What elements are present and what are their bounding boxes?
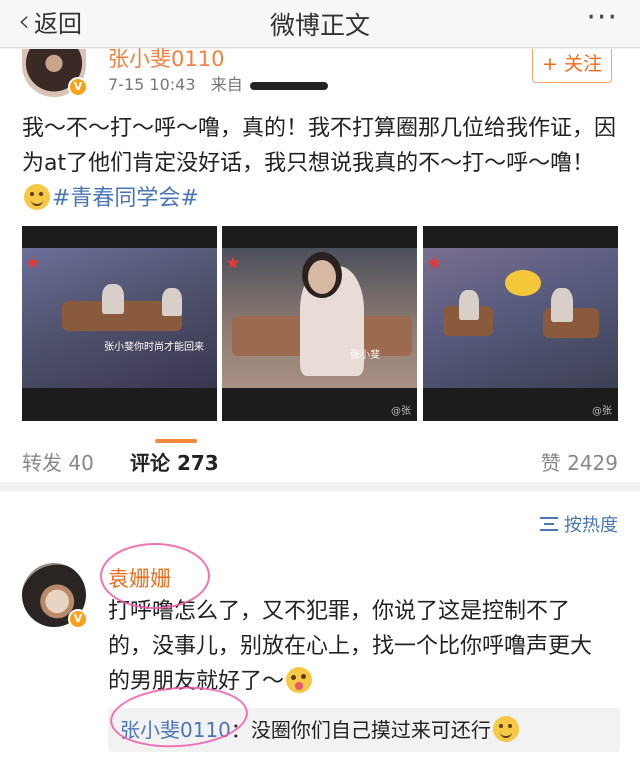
more-options-button[interactable]: ··· [586, 0, 618, 35]
image-caption: 张小斐你时尚才能回来 [104, 342, 204, 353]
hashtag-link[interactable]: #青春同学会# [52, 186, 199, 211]
comment-section: 按热度 V 袁姗姗 打呼噜怎么了，又不犯罪，你说了这是控制不了的，没事儿，别放在… [0, 491, 640, 777]
comment-text: 打呼噜怎么了，又不犯罪，你说了这是控制不了的，没事儿，别放在心上，找一个比你呼噜… [108, 599, 593, 694]
top-nav-bar: ‹ 返回 微博正文 ··· [0, 0, 640, 48]
tongue-face-emoji-icon [286, 667, 313, 693]
redacted-source [249, 81, 328, 90]
post-author-name[interactable]: 张小斐0110 [108, 43, 224, 73]
follow-button[interactable]: + 关注 [532, 49, 612, 83]
verified-badge-icon: V [68, 77, 88, 97]
post-source: 来自 [210, 75, 243, 94]
upside-down-face-emoji-icon [492, 716, 519, 742]
upside-down-face-emoji-icon [24, 184, 50, 210]
post-meta: 7-15 10:43 来自 [108, 71, 328, 95]
page-title: 微博正文 [269, 11, 370, 40]
post-text: 我～不～打～呼～噜，真的！我不打算圈那几位给我作证，因为at了他们肯定没好话，我… [22, 116, 617, 176]
reply-text: ：没圈你们自己摸过来可还行 [230, 718, 491, 742]
highlight-circle [100, 543, 210, 609]
verified-badge-icon: V [68, 609, 88, 629]
post-image-1[interactable]: 张小斐你时尚才能回来 [22, 226, 217, 421]
post-image-3[interactable]: @张 [423, 226, 618, 421]
tab-comments[interactable]: 评论 273 [130, 447, 219, 476]
post-stats-bar: 转发 40 评论 273 赞 2429 [0, 447, 640, 481]
post-body: 我～不～打～呼～噜，真的！我不打算圈那几位给我作证，因为at了他们肯定没好话，我… [22, 111, 622, 216]
post-image-2[interactable]: 张小斐 @张 [222, 226, 417, 421]
tab-likes[interactable]: 赞 2429 [541, 447, 618, 476]
sort-label: 按热度 [564, 515, 618, 536]
post-time: 7-15 10:43 [108, 75, 196, 94]
sort-by-hot-button[interactable]: 按热度 [540, 511, 618, 537]
tab-repost[interactable]: 转发 40 [22, 447, 94, 476]
weibo-post: V 张小斐0110 7-15 10:43 来自 + 关注 我～不～打～呼～噜，真… [0, 47, 640, 482]
active-tab-indicator [155, 439, 197, 443]
sort-icon [540, 517, 558, 531]
